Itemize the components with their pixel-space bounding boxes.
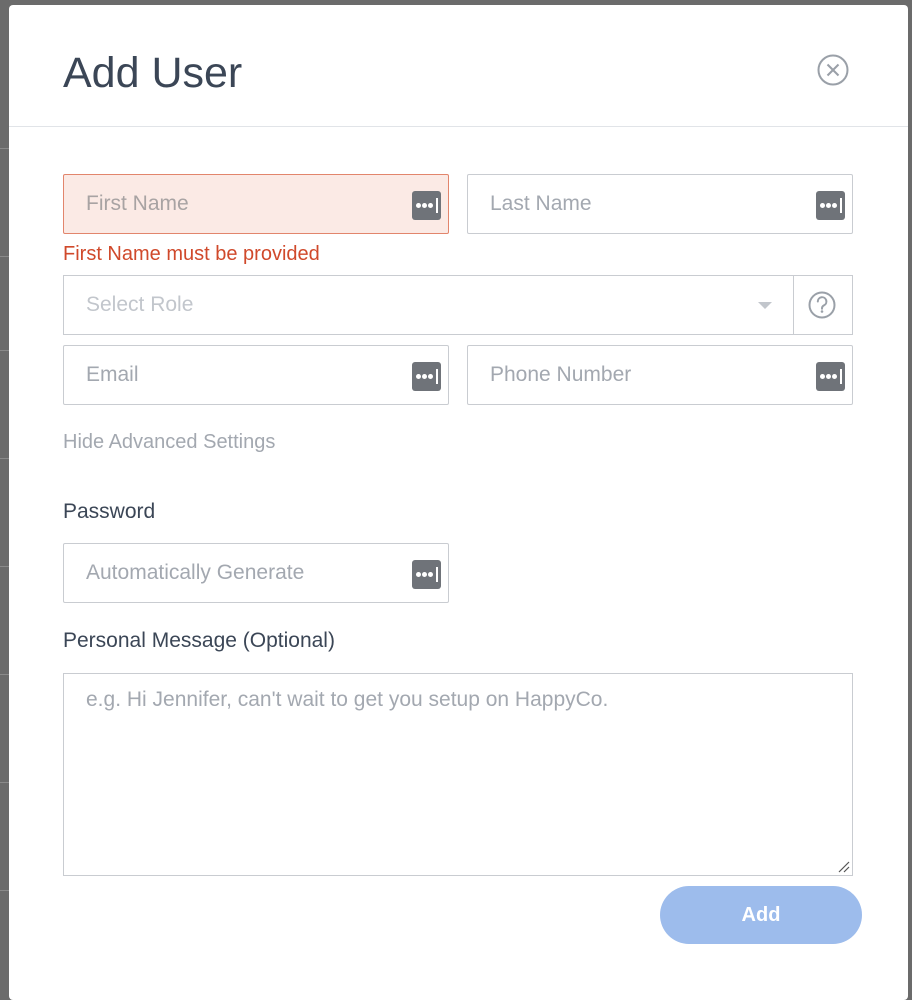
password-input[interactable] [64,544,448,602]
email-field [63,345,449,405]
resize-handle-icon[interactable] [836,859,850,873]
personal-message-label: Personal Message (Optional) [63,629,335,652]
personal-message-field [63,673,853,876]
password-manager-icon[interactable] [816,191,845,220]
role-select[interactable]: Select Role [63,275,794,335]
first-name-field [63,174,449,234]
phone-field [467,345,853,405]
modal-title: Add User [63,49,243,97]
hide-advanced-settings-link[interactable]: Hide Advanced Settings [63,431,275,454]
password-manager-icon[interactable] [412,362,441,391]
last-name-input[interactable] [468,175,852,233]
first-name-input[interactable] [64,175,448,233]
last-name-field [467,174,853,234]
question-circle-icon [808,291,836,319]
password-manager-icon[interactable] [412,191,441,220]
chevron-down-icon [758,302,772,309]
personal-message-textarea[interactable] [64,674,852,875]
first-name-error: First Name must be provided [63,243,320,265]
phone-input[interactable] [468,346,852,404]
add-user-modal: Add User First Name must be provided Sel… [9,5,908,1000]
close-circle-icon [817,54,849,86]
role-select-placeholder: Select Role [86,293,194,316]
password-field [63,543,449,603]
password-manager-icon[interactable] [412,560,441,589]
email-input[interactable] [64,346,448,404]
modal-header: Add User [9,5,908,127]
password-label: Password [63,500,156,523]
add-user-button[interactable]: Add [660,886,862,944]
close-button[interactable] [817,54,849,86]
password-manager-icon[interactable] [816,362,845,391]
role-help-button[interactable] [793,275,853,335]
